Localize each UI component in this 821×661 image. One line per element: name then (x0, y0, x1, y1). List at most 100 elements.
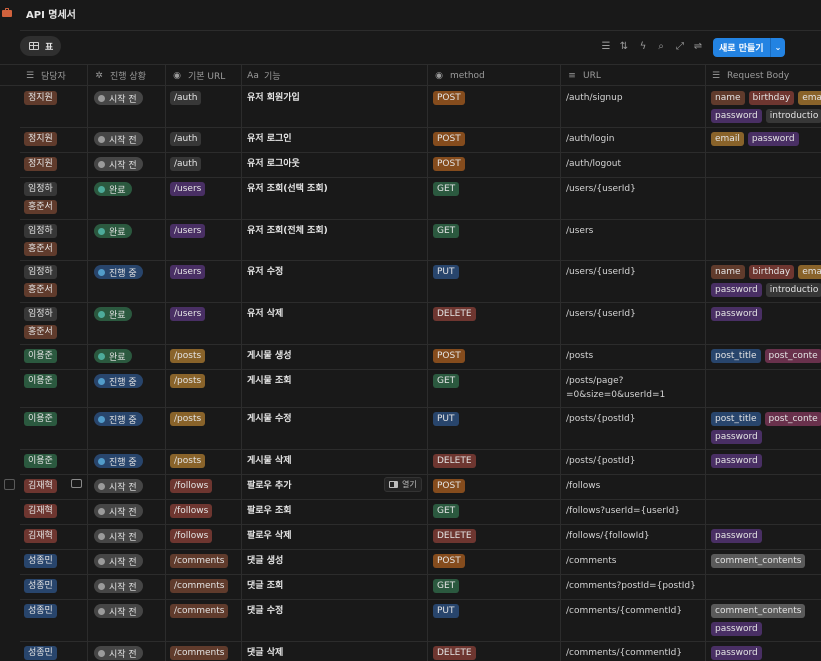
filter-icon[interactable]: ☰ (599, 38, 613, 54)
request-body-cell[interactable]: password (711, 529, 821, 543)
automation-icon[interactable]: ϟ (636, 38, 650, 54)
assignee-cell[interactable]: 임정하 홍준서 (24, 182, 57, 214)
method-cell[interactable]: POST (433, 349, 465, 363)
request-body-cell[interactable]: post_title post_conte (711, 349, 821, 363)
method-cell[interactable]: POST (433, 91, 465, 105)
url-cell[interactable]: /follows (566, 479, 600, 493)
url-cell[interactable]: /comments (566, 554, 616, 568)
assignee-cell[interactable]: 정지원 (24, 91, 57, 105)
table-row[interactable]: 이용준 진행 중/posts 게시물 조회 GET/posts/page? =0&siz… (20, 370, 821, 408)
status-cell[interactable]: 진행 중 (94, 412, 143, 426)
sort-icon[interactable]: ⇅ (617, 38, 631, 54)
feature-cell[interactable]: 유저 조회(선택 조회) (247, 182, 328, 196)
method-cell[interactable]: DELETE (433, 529, 476, 543)
feature-cell[interactable]: 댓글 조회 (247, 579, 283, 593)
base-url-cell[interactable]: /users (170, 307, 206, 321)
method-cell[interactable]: PUT (433, 412, 459, 426)
url-cell[interactable]: /users/{userId} (566, 265, 636, 279)
assignee-cell[interactable]: 이용준 (24, 454, 57, 468)
assignee-cell[interactable]: 임정하 홍준서 (24, 224, 57, 256)
feature-cell[interactable]: 게시물 삭제 (247, 454, 292, 468)
request-body-cell[interactable]: post_title post_conte password (711, 412, 821, 444)
table-row[interactable]: 성종민 시작 전/comments 댓글 삭제 DELETE/comments/{co… (20, 642, 821, 661)
assignee-cell[interactable]: 성종민 (24, 554, 57, 568)
method-cell[interactable]: GET (433, 224, 460, 238)
column-header-base-url[interactable]: ◉ 기본 URL (171, 65, 225, 86)
row-checkbox[interactable] (4, 479, 15, 490)
status-cell[interactable]: 시작 전 (94, 529, 143, 543)
open-row-button[interactable]: 열기 (384, 477, 422, 492)
method-cell[interactable]: PUT (433, 604, 459, 618)
method-cell[interactable]: DELETE (433, 646, 476, 660)
table-row[interactable]: 임정하 홍준서 완료/users 유저 조회(전체 조회) GET/users (20, 220, 821, 261)
status-cell[interactable]: 시작 전 (94, 646, 143, 660)
column-header-method[interactable]: ◉ method (433, 65, 485, 86)
url-cell[interactable]: /posts/page? =0&size=0&userId=1 (566, 374, 665, 402)
table-row[interactable]: 성종민 시작 전/comments 댓글 수정 PUT/comments/{comme… (20, 600, 821, 642)
new-button[interactable]: 새로 만들기 ⌄ (713, 38, 785, 57)
method-cell[interactable]: GET (433, 374, 460, 388)
method-cell[interactable]: PUT (433, 265, 459, 279)
url-cell[interactable]: /users (566, 224, 593, 238)
table-row[interactable]: 정지원 시작 전/auth 유저 회원가입 POST/auth/signup name b… (20, 87, 821, 128)
method-cell[interactable]: POST (433, 479, 465, 493)
url-cell[interactable]: /auth/logout (566, 157, 621, 171)
assignee-cell[interactable]: 임정하 홍준서 (24, 265, 57, 297)
base-url-cell[interactable]: /comments (170, 554, 229, 568)
status-cell[interactable]: 시작 전 (94, 479, 143, 493)
base-url-cell[interactable]: /users (170, 182, 206, 196)
feature-cell[interactable]: 유저 수정 (247, 265, 283, 279)
method-cell[interactable]: POST (433, 554, 465, 568)
feature-cell[interactable]: 게시물 생성 (247, 349, 292, 363)
url-cell[interactable]: /comments?postId={postId} (566, 579, 696, 593)
assignee-cell[interactable]: 정지원 (24, 157, 57, 171)
feature-cell[interactable]: 댓글 생성 (247, 554, 283, 568)
assignee-cell[interactable]: 김재혁 (24, 479, 57, 493)
assignee-cell[interactable]: 김재혁 (24, 504, 57, 518)
table-row[interactable]: 이용준 진행 중/posts 게시물 삭제 DELETE/posts/{postId}… (20, 450, 821, 475)
base-url-cell[interactable]: /users (170, 265, 206, 279)
status-cell[interactable]: 시작 전 (94, 504, 143, 518)
base-url-cell[interactable]: /follows (170, 504, 213, 518)
chevron-down-icon[interactable]: ⌄ (771, 43, 785, 52)
column-header-request-body[interactable]: ☰ Request Body (710, 65, 789, 86)
method-cell[interactable]: POST (433, 157, 465, 171)
url-cell[interactable]: /users/{userId} (566, 182, 636, 196)
base-url-cell[interactable]: /follows (170, 529, 213, 543)
column-header-url[interactable]: ≡ URL (566, 65, 601, 86)
base-url-cell[interactable]: /users (170, 224, 206, 238)
method-cell[interactable]: GET (433, 182, 460, 196)
url-cell[interactable]: /auth/login (566, 132, 614, 146)
request-body-cell[interactable]: password (711, 646, 821, 660)
status-cell[interactable]: 시작 전 (94, 157, 143, 171)
column-header-status[interactable]: ✲ 진행 상황 (93, 65, 146, 86)
status-cell[interactable]: 진행 중 (94, 374, 143, 388)
table-row[interactable]: 김재혁 시작 전/follows 팔로우 삭제 DELETE/follows/{fol… (20, 525, 821, 550)
url-cell[interactable]: /posts (566, 349, 593, 363)
status-cell[interactable]: 시작 전 (94, 579, 143, 593)
status-cell[interactable]: 진행 중 (94, 454, 143, 468)
feature-cell[interactable]: 유저 회원가입 (247, 91, 300, 105)
feature-cell[interactable]: 팔로우 삭제 (247, 529, 292, 543)
base-url-cell[interactable]: /posts (170, 374, 206, 388)
assignee-cell[interactable]: 이용준 (24, 349, 57, 363)
table-row[interactable]: 정지원 시작 전/auth 유저 로그인 POST/auth/login email pa… (20, 128, 821, 153)
assignee-cell[interactable]: 성종민 (24, 579, 57, 593)
status-cell[interactable]: 시작 전 (94, 554, 143, 568)
base-url-cell[interactable]: /comments (170, 646, 229, 660)
base-url-cell[interactable]: /auth (170, 157, 202, 171)
status-cell[interactable]: 시작 전 (94, 604, 143, 618)
method-cell[interactable]: GET (433, 504, 460, 518)
base-url-cell[interactable]: /posts (170, 412, 206, 426)
status-cell[interactable]: 시작 전 (94, 132, 143, 146)
feature-cell[interactable]: 유저 로그인 (247, 132, 292, 146)
table-row[interactable]: 정지원 시작 전/auth 유저 로그아웃 POST/auth/logout (20, 153, 821, 178)
table-row[interactable]: 성종민 시작 전/comments 댓글 생성 POST/comments commen… (20, 550, 821, 575)
table-row[interactable]: 성종민 시작 전/comments 댓글 조회 GET/comments?postId… (20, 575, 821, 600)
tab-table-view[interactable]: 표 (20, 36, 61, 56)
feature-cell[interactable]: 게시물 조회 (247, 374, 292, 388)
base-url-cell[interactable]: /auth (170, 132, 202, 146)
request-body-cell[interactable]: comment_contents password (711, 604, 821, 636)
base-url-cell[interactable]: /auth (170, 91, 202, 105)
assignee-cell[interactable]: 이용준 (24, 412, 57, 426)
